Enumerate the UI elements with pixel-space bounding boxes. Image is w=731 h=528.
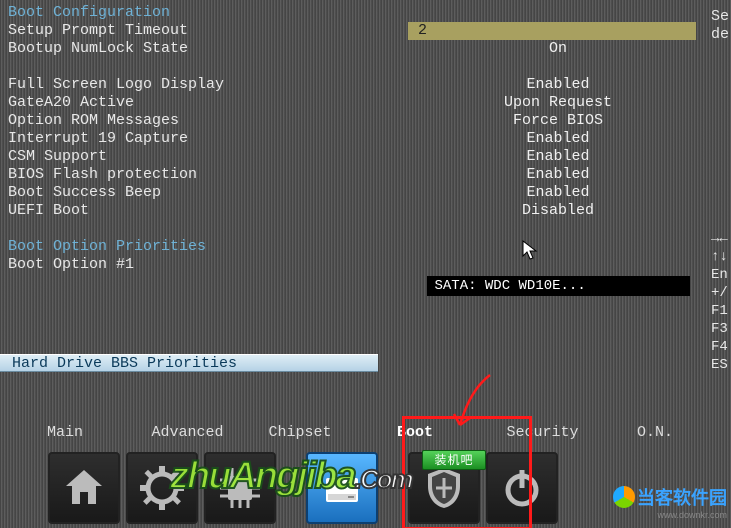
option-rom-messages-label[interactable]: Option ROM Messages bbox=[8, 112, 368, 130]
help-panel-partial: Se de bbox=[711, 8, 731, 44]
boot-icon[interactable] bbox=[306, 452, 378, 524]
setup-prompt-timeout-label[interactable]: Setup Prompt Timeout bbox=[8, 22, 368, 40]
csm-support-label[interactable]: CSM Support bbox=[8, 148, 368, 166]
hard-drive-bbs-priorities-item[interactable]: Hard Drive BBS Priorities bbox=[0, 354, 378, 372]
full-screen-logo-label[interactable]: Full Screen Logo Display bbox=[8, 76, 368, 94]
boot-option-1-label[interactable]: Boot Option #1 bbox=[8, 256, 368, 274]
option-rom-messages-value[interactable]: Force BIOS bbox=[408, 112, 708, 130]
bootup-numlock-state-label[interactable]: Bootup NumLock State bbox=[8, 40, 368, 58]
interrupt-19-capture-value[interactable]: Enabled bbox=[408, 130, 708, 148]
uefi-boot-value[interactable]: Disabled bbox=[408, 202, 708, 220]
boot-success-beep-value[interactable]: Enabled bbox=[408, 184, 708, 202]
watermark-downkr: 当客软件园 www.downkr.com bbox=[613, 484, 727, 520]
csm-support-value[interactable]: Enabled bbox=[408, 148, 708, 166]
full-screen-logo-value[interactable]: Enabled bbox=[408, 76, 708, 94]
security-icon[interactable] bbox=[408, 452, 480, 524]
interrupt-19-capture-label[interactable]: Interrupt 19 Capture bbox=[8, 130, 368, 148]
settings-labels-column: Boot Configuration Setup Prompt Timeout … bbox=[8, 4, 368, 274]
key-hints-partial: →← ↑↓ En +/ F1 F3 F4 ES bbox=[711, 230, 731, 374]
gatea20-active-label[interactable]: GateA20 Active bbox=[8, 94, 368, 112]
boot-option-1-value[interactable]: SATA: WDC WD10E... bbox=[427, 276, 690, 296]
on-icon[interactable] bbox=[486, 452, 558, 524]
boot-configuration-heading: Boot Configuration bbox=[8, 4, 368, 22]
tab-chipset[interactable]: Chipset bbox=[245, 424, 355, 448]
tab-advanced[interactable]: Advanced bbox=[130, 424, 245, 448]
setup-prompt-timeout-value[interactable]: 2 bbox=[408, 22, 696, 40]
tab-on[interactable]: O.N. bbox=[610, 424, 700, 448]
boot-option-priorities-heading: Boot Option Priorities bbox=[8, 238, 368, 256]
settings-values-column: 2 On Enabled Upon Request Force BIOS Ena… bbox=[408, 4, 708, 296]
advanced-icon[interactable] bbox=[126, 452, 198, 524]
bootup-numlock-state-value[interactable]: On bbox=[408, 40, 708, 58]
tab-icon-bar bbox=[48, 452, 558, 524]
tab-main[interactable]: Main bbox=[0, 424, 130, 448]
chipset-icon[interactable] bbox=[204, 452, 276, 524]
bios-flash-protection-label[interactable]: BIOS Flash protection bbox=[8, 166, 368, 184]
tab-boot[interactable]: Boot bbox=[355, 424, 475, 448]
uefi-boot-label[interactable]: UEFI Boot bbox=[8, 202, 368, 220]
tab-bar: Main Advanced Chipset Boot Security O.N. bbox=[0, 424, 731, 448]
boot-success-beep-label[interactable]: Boot Success Beep bbox=[8, 184, 368, 202]
bios-flash-protection-value[interactable]: Enabled bbox=[408, 166, 708, 184]
gatea20-active-value[interactable]: Upon Request bbox=[408, 94, 708, 112]
main-icon[interactable] bbox=[48, 452, 120, 524]
tab-security[interactable]: Security bbox=[475, 424, 610, 448]
